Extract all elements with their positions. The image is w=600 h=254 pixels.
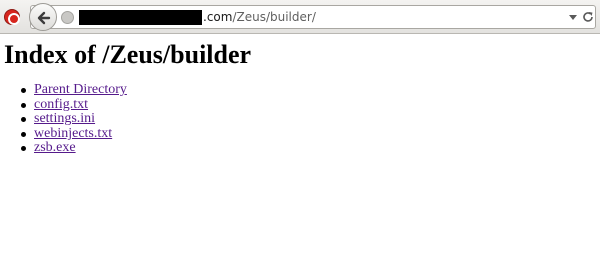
url-path: /Zeus/builder/ — [232, 10, 316, 24]
history-dropdown-icon[interactable] — [569, 15, 577, 20]
globe-icon — [61, 11, 74, 24]
address-bar[interactable]: .com/Zeus/builder/ — [29, 3, 596, 31]
link-settings-ini[interactable]: settings.ini — [34, 111, 95, 126]
list-item: settings.ini — [21, 111, 127, 127]
link-parent-directory[interactable]: Parent Directory — [34, 82, 127, 97]
list-item: webinjects.txt — [21, 126, 127, 142]
back-arrow-icon — [37, 11, 51, 25]
page-title: Index of /Zeus/builder — [4, 40, 252, 69]
list-item: zsb.exe — [21, 140, 127, 156]
app-logo-icon — [4, 9, 20, 25]
browser-toolbar: .com/Zeus/builder/ — [0, 0, 600, 34]
directory-listing: Parent Directory config.txt settings.ini… — [21, 82, 127, 156]
link-zsb-exe[interactable]: zsb.exe — [34, 140, 76, 156]
link-config-txt[interactable]: config.txt — [34, 97, 88, 112]
url-text[interactable]: .com/Zeus/builder/ — [203, 9, 316, 26]
list-item: Parent Directory — [21, 82, 127, 98]
url-domain-suffix: .com — [203, 10, 233, 24]
redacted-domain — [79, 10, 202, 25]
list-item: config.txt — [21, 97, 127, 113]
reload-icon[interactable] — [581, 10, 595, 24]
back-button[interactable] — [29, 3, 57, 31]
link-webinjects-txt[interactable]: webinjects.txt — [34, 126, 112, 141]
